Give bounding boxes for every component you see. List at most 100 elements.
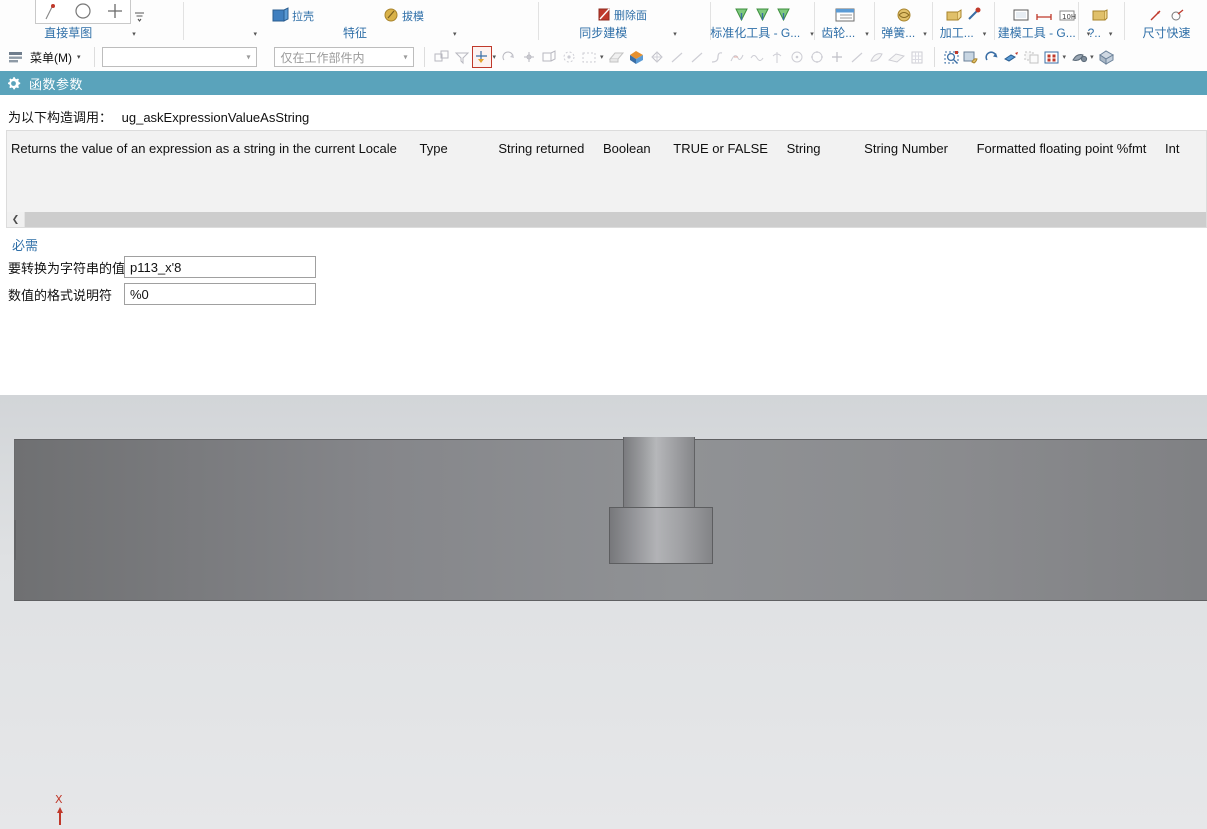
ribbon-group-gear[interactable]: 齿轮... ▾ bbox=[818, 0, 872, 43]
chevron-down-icon[interactable]: ▾ bbox=[132, 31, 136, 39]
spring-icon[interactable] bbox=[894, 7, 914, 23]
chevron-down-icon[interactable]: ▾ bbox=[247, 53, 251, 62]
helix-icon[interactable] bbox=[767, 46, 787, 68]
arc-icon[interactable] bbox=[707, 46, 727, 68]
chevron-down-icon[interactable]: ▾ bbox=[1063, 53, 1067, 61]
sketch-point-icon[interactable] bbox=[43, 3, 59, 20]
function-parameters-dialog: 为以下构造调用： ug_askExpressionValueAsString R… bbox=[0, 95, 1207, 452]
quick-dim-a-icon[interactable] bbox=[1148, 8, 1164, 23]
point-cloud-icon[interactable] bbox=[559, 46, 579, 68]
ribbon-separator bbox=[1124, 2, 1125, 40]
chevron-down-icon[interactable]: ▾ bbox=[1090, 53, 1094, 61]
shaded-cube-icon[interactable] bbox=[1097, 46, 1117, 68]
ribbon-group-spring[interactable]: 弹簧... ▾ bbox=[878, 0, 930, 43]
rotate-icon[interactable] bbox=[499, 46, 519, 68]
plus-icon[interactable] bbox=[827, 46, 847, 68]
dialog-title: 函数参数 bbox=[29, 76, 84, 92]
wcs-icon[interactable] bbox=[519, 46, 539, 68]
fit-view-icon[interactable] bbox=[1002, 46, 1022, 68]
ribbon-toolbar: 直接草图 ▾ 拉壳 拔模 ▾ 特征 ▾ 删除面 同步建模 ▾ 标准化工具 - G… bbox=[0, 0, 1207, 44]
draft-icon[interactable]: 拔模 bbox=[383, 7, 439, 24]
move-object-icon[interactable] bbox=[471, 46, 492, 68]
feature-expand-caret-a[interactable]: ▾ bbox=[253, 31, 257, 39]
modeling-frame-icon[interactable] bbox=[1012, 8, 1030, 23]
ribbon-separator bbox=[874, 2, 875, 40]
delete-face-icon[interactable]: 删除面 bbox=[597, 6, 659, 23]
description-horizontal-scrollbar[interactable]: ❮ bbox=[6, 212, 1207, 228]
standard-tool-a-icon[interactable] bbox=[733, 7, 750, 23]
value-to-convert-input[interactable] bbox=[124, 256, 316, 278]
datum-icon[interactable] bbox=[539, 46, 559, 68]
sketch-tools-box[interactable] bbox=[35, 0, 131, 24]
circle-dashed-icon[interactable] bbox=[807, 46, 827, 68]
sketch-cross-icon[interactable] bbox=[107, 3, 123, 19]
filter-icon[interactable] bbox=[452, 46, 472, 68]
line-icon[interactable] bbox=[667, 46, 687, 68]
colored-cube-icon[interactable] bbox=[627, 46, 647, 68]
standard-tool-b-icon[interactable] bbox=[754, 7, 771, 23]
gear-table-icon[interactable] bbox=[834, 7, 856, 23]
description-col-string: String bbox=[786, 141, 821, 156]
quick-dim-b-icon[interactable] bbox=[1170, 8, 1186, 23]
ribbon-group-quick-dimension[interactable]: 尺寸快速 bbox=[1126, 0, 1207, 43]
chevron-down-icon[interactable]: ▾ bbox=[77, 53, 81, 61]
assembly-icon[interactable] bbox=[432, 46, 452, 68]
zoom-window-icon[interactable] bbox=[942, 46, 962, 68]
scroll-thumb[interactable] bbox=[25, 212, 1206, 227]
surface-icon[interactable] bbox=[867, 46, 887, 68]
extrude-icon[interactable]: 拉壳 bbox=[271, 7, 331, 24]
ribbon-separator bbox=[538, 2, 539, 40]
machining-b-icon[interactable] bbox=[966, 7, 982, 23]
chevron-down-icon[interactable]: ▾ bbox=[983, 31, 987, 39]
line2-icon[interactable] bbox=[687, 46, 707, 68]
scroll-left-button[interactable]: ❮ bbox=[7, 212, 25, 227]
svg-text:拉壳: 拉壳 bbox=[292, 9, 314, 23]
chevron-down-icon[interactable]: ▾ bbox=[865, 31, 869, 39]
modeling-dim-icon[interactable] bbox=[1035, 8, 1053, 23]
ribbon-group-machining[interactable]: 加工... ▾ bbox=[934, 0, 992, 43]
chevron-down-icon[interactable]: ▾ bbox=[493, 53, 497, 61]
ribbon-group-modeling-tools[interactable]: 10H7 建模工具 - G... ▾ bbox=[998, 0, 1090, 43]
standard-tool-c-icon[interactable] bbox=[775, 7, 792, 23]
chevron-down-icon[interactable]: ▾ bbox=[600, 53, 604, 61]
line3-icon[interactable] bbox=[847, 46, 867, 68]
select-region-icon[interactable] bbox=[579, 46, 599, 68]
misc-box-icon[interactable] bbox=[1091, 8, 1109, 23]
ribbon-group-direct-sketch[interactable]: 直接草图 ▾ bbox=[0, 0, 180, 43]
sketch-circle-icon[interactable] bbox=[74, 2, 92, 20]
chevron-down-icon[interactable]: ▾ bbox=[404, 53, 408, 62]
chevron-down-icon[interactable]: ▾ bbox=[453, 31, 457, 39]
machining-a-icon[interactable] bbox=[945, 7, 963, 23]
search-combo[interactable]: ▾ bbox=[101, 47, 257, 67]
modeling-num-icon[interactable]: 10H7 bbox=[1058, 8, 1076, 23]
wave-icon[interactable] bbox=[747, 46, 767, 68]
format-specifier-input[interactable] bbox=[124, 283, 316, 305]
value-to-convert-field-row: 要转换为字符串的值 bbox=[8, 256, 316, 278]
chevron-down-icon[interactable]: ▾ bbox=[923, 31, 927, 39]
sketch-more-icon[interactable] bbox=[134, 10, 145, 24]
description-col-formatted-float: Formatted floating point %fmt bbox=[976, 141, 1147, 156]
sheet-icon[interactable] bbox=[887, 46, 907, 68]
ribbon-group-misc[interactable]: ?.. ▾ bbox=[1080, 0, 1120, 43]
chevron-down-icon[interactable]: ▾ bbox=[673, 31, 677, 39]
wcs-axis-indicator: X bbox=[48, 791, 78, 827]
pan-icon[interactable] bbox=[962, 46, 982, 68]
scope-combo[interactable]: 仅在工作部件内 ▾ bbox=[273, 47, 414, 67]
ribbon-group-feature[interactable]: 拉壳 拔模 ▾ 特征 ▾ bbox=[190, 0, 520, 43]
ribbon-group-synchronous-modeling[interactable]: 删除面 同步建模 ▾ bbox=[548, 0, 708, 43]
menu-button[interactable]: 菜单(M) ▾ bbox=[4, 46, 87, 68]
shaded-body-icon[interactable] bbox=[607, 46, 627, 68]
graphics-viewport[interactable]: X 3D世界网 WWW.3DSJW.COM bbox=[0, 395, 1207, 829]
ribbon-group-standard-tools[interactable]: 标准化工具 - G... ▾ bbox=[710, 0, 814, 43]
model-boss-lower-cylinder[interactable] bbox=[609, 507, 713, 564]
layers-icon[interactable] bbox=[1022, 46, 1042, 68]
grid-select-icon[interactable] bbox=[1042, 46, 1062, 68]
mesh-icon[interactable] bbox=[907, 46, 927, 68]
required-section-title: 必需 bbox=[12, 238, 39, 253]
circle-point-icon[interactable] bbox=[787, 46, 807, 68]
chevron-down-icon[interactable]: ▾ bbox=[1109, 31, 1113, 39]
spline-icon[interactable] bbox=[727, 46, 747, 68]
measure-icon[interactable] bbox=[647, 46, 667, 68]
rotate-view-icon[interactable] bbox=[982, 46, 1002, 68]
render-style-icon[interactable] bbox=[1069, 46, 1089, 68]
